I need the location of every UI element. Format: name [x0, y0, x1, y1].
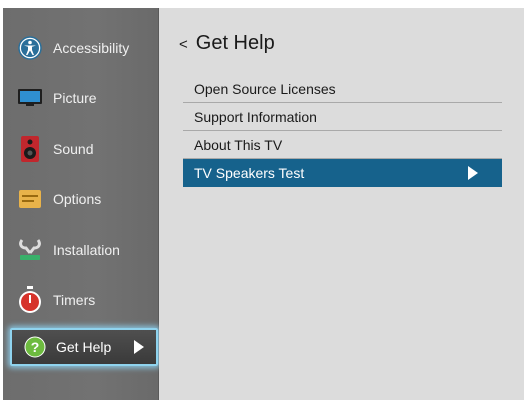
tv-settings-screen: Accessibility Picture Sound Options Inst… [0, 0, 524, 400]
stopwatch-icon [17, 286, 43, 313]
sidebar-item-label: Options [53, 191, 102, 207]
play-arrow-icon [134, 340, 144, 354]
monitor-icon [17, 85, 43, 111]
page-title: Get Help [195, 32, 275, 54]
sidebar: Accessibility Picture Sound Options Inst… [3, 8, 159, 400]
sidebar-item-picture[interactable]: Picture [3, 75, 158, 121]
sidebar-item-label: Accessibility [53, 40, 130, 56]
menu-item-about-this-tv[interactable]: About This TV [183, 131, 502, 159]
menu-item-label: Open Source Licenses [194, 80, 336, 97]
main-panel: < Get Help Open Source Licenses Support … [159, 8, 524, 400]
page-header: < Get Help [179, 32, 275, 55]
help-menu-list: Open Source Licenses Support Information… [183, 75, 502, 187]
sidebar-item-sound[interactable]: Sound [3, 126, 158, 172]
menu-item-support-information[interactable]: Support Information [183, 103, 502, 131]
sidebar-item-installation[interactable]: Installation [3, 227, 158, 273]
sidebar-item-label: Get Help [56, 339, 112, 355]
menu-item-label: TV Speakers Test [194, 164, 305, 181]
back-chevron-icon[interactable]: < [179, 36, 188, 53]
play-arrow-icon [468, 166, 478, 180]
sidebar-item-label: Timers [53, 292, 96, 308]
menu-item-label: About This TV [194, 136, 283, 153]
options-icon [17, 186, 43, 212]
menu-item-label: Support Information [194, 108, 317, 125]
accessibility-icon [17, 35, 43, 61]
sidebar-item-timers[interactable]: Timers [3, 277, 158, 323]
speaker-icon [17, 136, 43, 162]
sidebar-item-label: Installation [53, 242, 120, 258]
antenna-icon [17, 237, 43, 263]
sidebar-item-options[interactable]: Options [3, 176, 158, 222]
sidebar-item-label: Picture [53, 90, 97, 106]
svg-text:?: ? [31, 339, 40, 355]
sidebar-item-label: Sound [53, 141, 94, 157]
menu-item-tv-speakers-test[interactable]: TV Speakers Test [183, 159, 502, 187]
question-icon: ? [22, 334, 48, 360]
menu-item-open-source-licenses[interactable]: Open Source Licenses [183, 75, 502, 103]
sidebar-item-get-help[interactable]: ? Get Help [10, 328, 158, 366]
sidebar-item-accessibility[interactable]: Accessibility [3, 25, 158, 71]
